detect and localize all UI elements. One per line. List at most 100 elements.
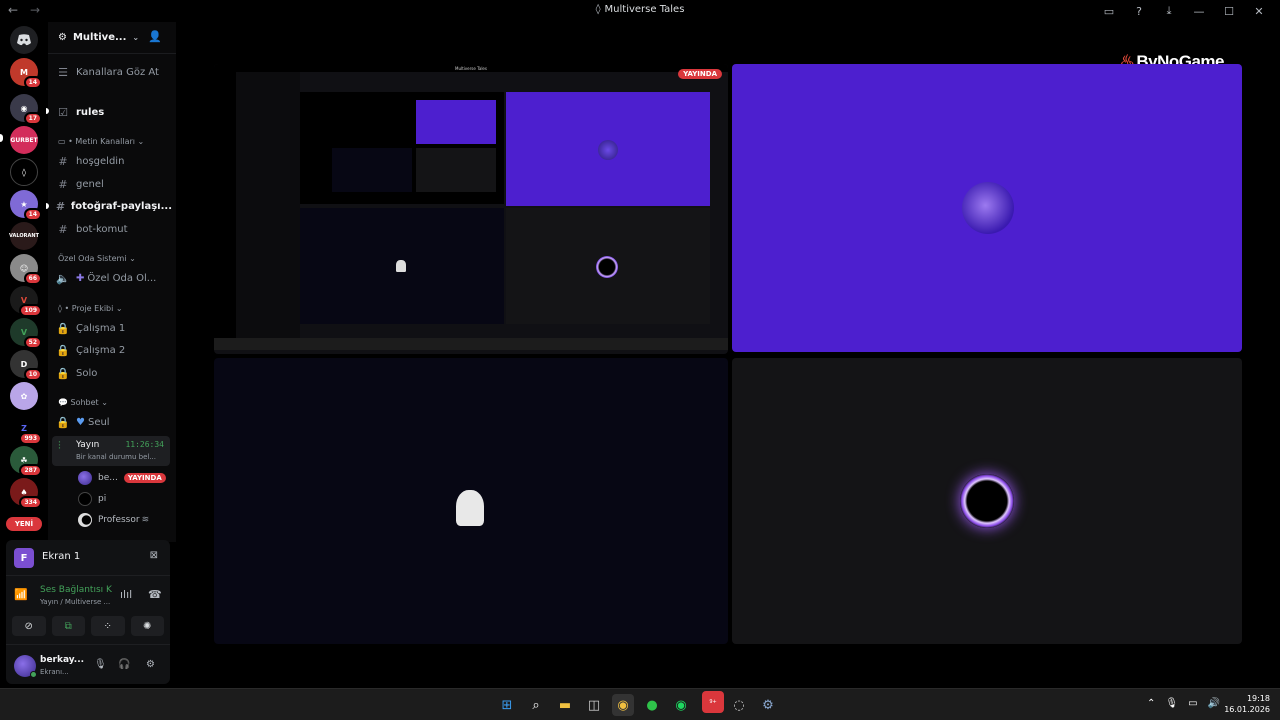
category-project[interactable]: ◊ • Proje Ekibi ⌄ [58, 304, 123, 313]
channel-bot[interactable]: # bot-komut [54, 219, 172, 239]
tray-chevron-up-icon[interactable]: ⌃ [1147, 698, 1155, 709]
user-avatar [962, 182, 1014, 234]
stream-tile-gray[interactable] [732, 358, 1242, 644]
user-name[interactable]: berkay... [40, 655, 84, 665]
unread-pill [0, 134, 3, 142]
channel-foto[interactable]: # fotoğraf-paylaşı... [54, 196, 172, 216]
minimize-button[interactable]: — [1184, 2, 1214, 20]
server-icon-5[interactable]: V 109 [10, 286, 42, 317]
server-header[interactable]: ⚙ Multive... ⌄ 👤 [48, 22, 176, 54]
channel-seul[interactable]: 🔒 ♥ Seul [54, 412, 172, 432]
stream-tile-purple[interactable] [732, 64, 1242, 352]
clock-date: 16.01.2026 [1224, 705, 1270, 714]
server-icon-1[interactable]: M 14 [10, 58, 42, 89]
browse-channels[interactable]: ☰ Kanallara Göz At [54, 62, 172, 82]
windows-start-icon[interactable]: ⊞ [496, 694, 518, 716]
server-label: GURBET [10, 136, 38, 144]
server-icon-diamond[interactable]: ◊ [10, 158, 38, 186]
channel-solo[interactable]: 🔒 Solo [54, 363, 172, 383]
stream-tile-screen[interactable]: Multiverse Tales YAYINDA [214, 64, 728, 354]
volume-icon[interactable]: 🔊 [1208, 698, 1220, 709]
voice-wave-icon: ⫶ [58, 439, 61, 452]
connection-channel[interactable]: Yayın / Multiverse ... [40, 598, 110, 606]
avatar [78, 492, 92, 506]
server-icon-4[interactable]: ☺ 66 [10, 254, 42, 285]
mini-nested [300, 92, 504, 204]
server-icon-8[interactable]: ✿ [10, 382, 38, 410]
server-icon-6[interactable]: V 52 [10, 318, 42, 349]
app-green-icon[interactable]: ● [641, 694, 663, 716]
stream-stage: ♨ ByNoGame Multiverse Tales YAYINDA [178, 22, 1280, 688]
category-voice[interactable]: Özel Oda Sistemi ⌄ [58, 254, 136, 263]
server-icon-9[interactable]: Z 993 [10, 414, 42, 445]
server-icon-10[interactable]: ☘ 287 [10, 446, 42, 477]
store-icon[interactable]: ◫ [583, 694, 605, 716]
channel-hosgeldin[interactable]: # hoşgeldin [54, 151, 172, 171]
mini-gray [416, 148, 496, 192]
camera-off-button[interactable]: ⊘ [12, 616, 46, 636]
microphone-tray-icon[interactable]: 🎙 [1165, 698, 1178, 709]
voice-member[interactable]: pi [78, 490, 106, 508]
inbox-icon[interactable]: ▭ [1094, 2, 1124, 20]
server-icon-gurbet[interactable]: GURBET [10, 126, 38, 154]
server-icon-3[interactable]: ★ 14 [10, 190, 42, 221]
voice-channel-yayin[interactable]: ⫶ Yayın 11:26:34 Bir kanal durumu bel... [52, 436, 170, 466]
noise-suppression-icon[interactable]: ılıl [120, 588, 132, 601]
stop-stream-icon[interactable]: ⊠ [150, 550, 158, 561]
spotify-icon[interactable]: ◉ [670, 694, 692, 716]
channel-ozel[interactable]: 🔈 ✚ Özel Oda Ol... [54, 268, 172, 288]
category-chat[interactable]: 💬 Sohbet ⌄ [58, 398, 108, 407]
stream-tile-dark[interactable] [214, 358, 728, 644]
steam-icon[interactable]: ⚙ [757, 694, 779, 716]
system-clock[interactable]: 19:18 16.01.2026 [1224, 693, 1270, 715]
disconnect-icon[interactable]: ☎ [148, 588, 162, 601]
window-title: ◊ Multiverse Tales [0, 4, 1280, 15]
category-label: Sohbet [70, 398, 99, 407]
voice-member[interactable]: be... YAYINDA [78, 469, 166, 487]
unread-indicator [46, 108, 49, 114]
discord-taskbar-icon[interactable]: ◉9+ [699, 691, 724, 716]
chrome-icon[interactable]: ◉ [612, 694, 634, 716]
soundboard-button[interactable]: ✺ [130, 616, 164, 636]
file-explorer-icon[interactable]: ▬ [554, 694, 576, 716]
server-icon-11[interactable]: ♠ 334 [10, 478, 42, 509]
close-button[interactable]: ✕ [1244, 2, 1274, 20]
server-icon-2[interactable]: ◉ 17 [10, 94, 42, 125]
settings-gear-icon[interactable]: ⚙ [146, 659, 155, 670]
search-icon[interactable]: ⌕ [525, 694, 547, 716]
avatar [596, 256, 618, 278]
channel-status[interactable]: Bir kanal durumu bel... [76, 453, 156, 461]
category-text[interactable]: ▭ • Metin Kanalları ⌄ [58, 137, 144, 146]
headphones-icon[interactable]: 🎧 [118, 659, 130, 670]
new-servers-badge[interactable]: YENİ [6, 517, 42, 531]
mention-badge: 993 [19, 432, 42, 445]
help-icon[interactable]: ? [1124, 2, 1154, 20]
connection-status[interactable]: Ses Bağlantısı K [40, 585, 112, 595]
maximize-button[interactable]: ☐ [1214, 2, 1244, 20]
microphone-icon[interactable]: 🎙 [94, 659, 107, 670]
discord-app: ← → ◊ Multiverse Tales ▭ ? ⤓ — ☐ ✕ M 14 ◉ 1… [0, 0, 1280, 688]
mention-badge: 10 [23, 368, 42, 381]
server-diamond-icon: ◊ [595, 4, 601, 15]
member-name: be... [98, 473, 118, 483]
server-name: Multive... [72, 32, 127, 43]
screen-share-button[interactable]: ⧉ [51, 616, 85, 636]
channel-calisma1[interactable]: 🔒 Çalışma 1 [54, 318, 172, 338]
mini-title: Multiverse Tales [455, 66, 487, 71]
discord-home-icon[interactable] [10, 26, 38, 54]
app-clock-icon[interactable]: ◌ [728, 694, 750, 716]
server-icon-7[interactable]: D 10 [10, 350, 42, 381]
server-icon-valorant[interactable]: VALORANT [9, 222, 39, 250]
network-icon[interactable]: ▭ [1188, 698, 1197, 709]
add-user-icon[interactable]: 👤 [148, 30, 162, 43]
channel-genel[interactable]: # genel [54, 174, 172, 194]
download-icon[interactable]: ⤓ [1154, 2, 1184, 20]
stream-preview[interactable]: F Ekran 1 ⊠ [6, 540, 170, 576]
checkbox-icon: ☑ [58, 105, 68, 119]
voice-member[interactable]: Professor ≋ [78, 511, 149, 529]
channel-rules[interactable]: ☑ rules [54, 102, 172, 122]
channel-calisma2[interactable]: 🔒 Çalışma 2 [54, 340, 172, 360]
hash-icon: # [55, 199, 66, 213]
speaking-avatar [960, 474, 1014, 528]
activities-button[interactable]: ⁘ [91, 616, 125, 636]
